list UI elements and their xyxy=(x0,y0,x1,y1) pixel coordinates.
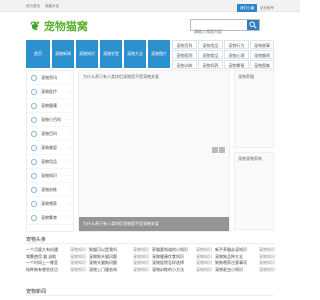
main-nav: 首页 宠物新闻 宠物知识 宠物学堂 宠物大全 宠物图片 宠物百科 宠物医院 宠物… xyxy=(26,40,274,69)
chevron-right-icon: › xyxy=(68,159,70,164)
category-icon xyxy=(31,159,37,165)
nav-sub-item[interactable]: 宠物图集 xyxy=(250,60,274,69)
site-logo[interactable]: ❦ 宠物猫窝 xyxy=(30,18,88,34)
chevron-right-icon: › xyxy=(68,201,70,206)
bookmark-link[interactable]: 收藏本站 xyxy=(45,4,59,8)
category-icon xyxy=(31,201,37,207)
sidebar-item[interactable]: 宠物百科 › xyxy=(27,127,73,141)
list-item[interactable]: 宠物训练的小方法 宠物知识 xyxy=(152,267,212,274)
nav-sub-item[interactable]: 宠物训练 xyxy=(172,60,197,69)
nav-sub-item[interactable]: 宠物食品 xyxy=(198,50,223,59)
category-icon xyxy=(31,215,37,221)
category-icon xyxy=(31,103,37,109)
category-icon xyxy=(31,117,37,123)
search-button[interactable] xyxy=(247,20,259,30)
set-home-link[interactable]: 设为首页 xyxy=(26,4,40,8)
headline-column: 新手养猫必读知识 宠物知识 宠物狗品种大全 宠物知识 狗狗喂养注意事项 宠物知识 宠物… xyxy=(215,247,275,273)
header: ❦ 宠物猫窝 xyxy=(0,12,300,38)
sidebar-item[interactable]: 宠物用品 › xyxy=(27,155,73,169)
nav-item[interactable]: 宠物知识 xyxy=(76,40,98,68)
section-title-news: 宠物新闻 xyxy=(26,289,275,296)
headline-column: 养猫要知道的小知识 宠物知识 宠物健康饮食知识 宠物知识 宠物医院怎样选择 宠物知识 … xyxy=(152,247,212,273)
sidebar-item[interactable]: 宠物健康 › xyxy=(27,99,73,113)
category-icon xyxy=(31,75,37,81)
section-title-headlines: 宠物头条 xyxy=(26,237,275,244)
slider-next-button[interactable] xyxy=(219,147,225,153)
nav-item[interactable]: 宠物图片 xyxy=(148,40,170,68)
category-icon xyxy=(31,145,37,151)
chevron-right-icon: › xyxy=(68,173,70,178)
headline-column: 一个月量大有机遇 宠物知识 频繁使用 猫 自助 宠物知识 一个时间上一哪里 宠物知识 … xyxy=(26,247,86,273)
category-icon xyxy=(31,131,37,137)
banner-slider[interactable]: 为什么养只有人类伴侣宠物是不是宠物关爱 为什么养只有人类伴侣宠物是不是宠物关爱 xyxy=(78,70,230,232)
paw-icon: ❦ xyxy=(30,19,41,33)
sidebar-item[interactable]: 宠物喂养 › xyxy=(27,197,73,211)
editor-box[interactable]: 我们小编 xyxy=(237,4,257,12)
nav-sub-item[interactable]: 宠物用品 xyxy=(198,40,223,49)
sidebar-item[interactable]: 宠物美容 › xyxy=(27,141,73,155)
chevron-right-icon: › xyxy=(68,187,70,192)
category-sidebar: 宠物资讯 › 宠物医疗 › 宠物健康 › 宠物小百科 › 宠物百科 › 宠物美容 › 宠物用… xyxy=(26,70,74,232)
sidebar-item[interactable]: 宠物小百科 › xyxy=(27,113,73,127)
sidebar-item[interactable]: 宠物资讯 › xyxy=(27,71,73,85)
search-icon xyxy=(249,21,257,29)
chevron-right-icon: › xyxy=(68,215,70,220)
slider-controls xyxy=(212,147,225,153)
chevron-right-icon: › xyxy=(68,89,70,94)
search-input[interactable] xyxy=(191,26,245,37)
nav-item[interactable]: 宠物新闻 xyxy=(52,40,74,68)
nav-item[interactable]: 宠物学堂 xyxy=(100,40,122,68)
top-bar: 设为首页 收藏本站 我们小编 站长账号 xyxy=(0,0,300,12)
side-image[interactable]: 宠物宠物养狗 xyxy=(234,152,274,230)
headline-grid: 一个月量大有机遇 宠物知识 频繁使用 猫 自助 宠物知识 一个时间上一哪里 宠物知识 … xyxy=(26,247,275,275)
chevron-right-icon: › xyxy=(68,75,70,80)
chevron-right-icon: › xyxy=(68,117,70,122)
list-item[interactable]: 宠物驱虫小知识 宠物知识 xyxy=(215,267,275,274)
headline-column: 狗猫可以是我吗 宠物知识 宠物狗头猫问题 宠物知识 宠物头猫狗问题 宠物知识 宠物上门… xyxy=(89,247,149,273)
nav-sub-item[interactable]: 宠物趣闻 xyxy=(250,50,274,59)
category-icon xyxy=(31,173,37,179)
nav-item[interactable]: 宠物大全 xyxy=(124,40,146,68)
search-box xyxy=(190,19,260,37)
nav-home[interactable]: 首页 xyxy=(26,40,50,68)
sidebar-item[interactable]: 宠物医疗 › xyxy=(27,85,73,99)
chevron-right-icon: › xyxy=(68,103,70,108)
side-image[interactable]: 宠物养猫 xyxy=(234,70,274,148)
nav-sub-item[interactable]: 宠物心理 xyxy=(224,50,249,59)
list-item[interactable]: 纯种狗有哪些优点 宠物知识 xyxy=(26,267,86,274)
nav-sub-item[interactable]: 宠物百科 xyxy=(172,40,197,49)
category-icon xyxy=(31,89,37,95)
sidebar-item[interactable]: 宠物繁育 › xyxy=(27,211,73,225)
nav-sub-item[interactable]: 宠物饲养 xyxy=(198,60,223,69)
slider-prev-button[interactable] xyxy=(212,147,218,153)
banner-caption[interactable]: 为什么养只有人类伴侣宠物是不是宠物关爱 xyxy=(79,217,229,231)
list-item[interactable]: 宠物上门服务知 宠物知识 xyxy=(89,267,149,274)
chevron-right-icon: › xyxy=(68,131,70,136)
nav-sub-item[interactable]: 宠物行为 xyxy=(224,40,249,49)
nav-sub-item[interactable]: 宠物繁殖 xyxy=(224,60,249,69)
banner-image-alt: 为什么养只有人类伴侣宠物是不是宠物关爱 xyxy=(83,74,159,79)
right-column: 宠物养猫 宠物宠物养狗 xyxy=(234,70,274,232)
sidebar-item[interactable]: 宠物训练 › xyxy=(27,183,73,197)
sidebar-item[interactable]: 宠物知识 › xyxy=(27,169,73,183)
chevron-right-icon: › xyxy=(68,145,70,150)
category-icon xyxy=(31,187,37,193)
nav-sub-item[interactable]: 宠物医院 xyxy=(172,50,197,59)
nav-sub-item[interactable]: 宠物故事 xyxy=(250,40,274,49)
main-column: 宠物资讯 › 宠物医疗 › 宠物健康 › 宠物小百科 › 宠物百科 › 宠物美容 › 宠物用… xyxy=(26,70,274,232)
